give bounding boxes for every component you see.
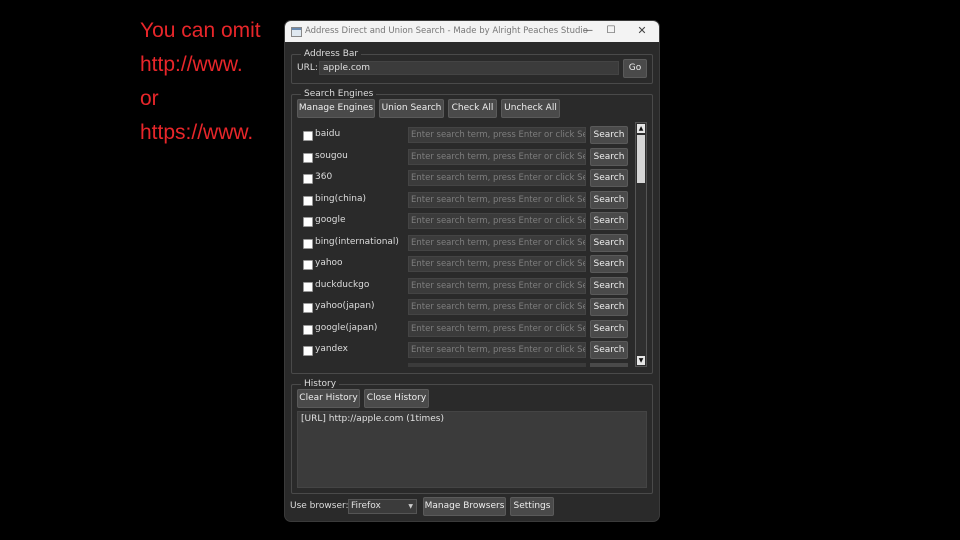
engine-name: baidu [315, 129, 341, 139]
engine-search-button[interactable]: Search [590, 298, 628, 316]
browser-select-value: Firefox [351, 501, 381, 511]
engine-row-bing-china: bing(china) Enter search term, press Ent… [296, 190, 636, 211]
engine-search-button[interactable]: Search [590, 212, 628, 230]
caption-line: https://www. [140, 121, 254, 144]
engine-search-input[interactable]: Enter search term, press Enter or click … [408, 277, 586, 294]
scroll-thumb[interactable] [637, 135, 645, 183]
engine-search-input[interactable]: Enter search term, press Enter or click … [408, 299, 586, 315]
union-search-button[interactable]: Union Search [379, 99, 444, 118]
manage-browsers-button[interactable]: Manage Browsers [423, 497, 506, 516]
engine-name: bing(china) [315, 193, 367, 204]
engine-search-button[interactable]: Search [590, 126, 628, 144]
engine-name: duckduckgo [315, 279, 370, 290]
engine-list-scrollbar[interactable]: ▲ ▼ [635, 122, 647, 367]
caption-line: http://www. [140, 53, 243, 76]
title-bar[interactable]: Address Direct and Union Search - Made b… [285, 21, 659, 42]
engine-search-button[interactable]: Search [590, 319, 628, 338]
engine-checkbox[interactable] [303, 324, 313, 335]
app-window: Address Direct and Union Search - Made b… [285, 21, 659, 521]
group-title: Address Bar [301, 48, 362, 60]
use-browser-label: Use browser: [290, 501, 349, 511]
engine-name: yandex [315, 344, 348, 354]
caption-line: or [140, 87, 159, 110]
app-window-icon [291, 27, 302, 37]
window-title: Address Direct and Union Search - Made b… [305, 26, 588, 36]
engine-search-input[interactable]: Enter search term, press Enter or click … [408, 234, 586, 251]
engine-row-yandex: yandex Enter search term, press Enter or… [296, 340, 636, 361]
close-button[interactable]: ✕ [629, 23, 655, 39]
manage-engines-button[interactable]: Manage Engines [297, 99, 375, 118]
settings-button[interactable]: Settings [510, 497, 554, 516]
engine-search-input[interactable]: Enter search term, press Enter or click … [408, 148, 586, 165]
history-list[interactable]: [URL] http://apple.com (1times) [297, 411, 647, 488]
engine-name: google [315, 215, 346, 225]
engine-search-input[interactable]: Enter search term, press Enter or click … [408, 127, 586, 143]
engine-checkbox[interactable] [303, 238, 313, 249]
engine-search-button[interactable]: Search [590, 341, 628, 359]
engine-row-bing-international: bing(international) Enter search term, p… [296, 233, 636, 254]
engine-row-360: 360 Enter search term, press Enter or cl… [296, 168, 636, 189]
engine-checkbox[interactable] [303, 260, 313, 270]
engine-search-button[interactable]: Search [590, 190, 628, 209]
engine-checkbox[interactable] [303, 131, 313, 141]
engine-name: google(japan) [315, 322, 378, 333]
engine-search-input[interactable]: Enter search term, press Enter or click … [408, 256, 586, 272]
engine-checkbox[interactable] [303, 281, 313, 292]
engine-search-button[interactable]: Search [590, 255, 628, 273]
engine-checkbox[interactable] [303, 346, 313, 356]
chevron-down-icon: ▼ [408, 503, 413, 510]
engine-search-button[interactable]: Search [590, 147, 628, 166]
url-label: URL: [297, 63, 318, 73]
engine-checkbox[interactable] [303, 217, 313, 227]
engine-row-yahoo: yahoo Enter search term, press Enter or … [296, 254, 636, 275]
engine-checkbox[interactable] [303, 174, 313, 184]
engine-list: baidu Enter search term, press Enter or … [296, 125, 636, 367]
engine-search-button[interactable]: Search [590, 276, 628, 295]
url-input[interactable]: apple.com [319, 61, 619, 75]
history-entry[interactable]: [URL] http://apple.com (1times) [301, 414, 643, 424]
scroll-up-icon[interactable]: ▲ [637, 124, 645, 133]
engine-checkbox[interactable] [303, 303, 313, 313]
engine-checkbox[interactable] [303, 152, 313, 163]
scroll-down-icon[interactable]: ▼ [637, 356, 645, 365]
clear-history-button[interactable]: Clear History [297, 389, 360, 408]
engine-list-partial-row [590, 363, 628, 367]
engine-row-sougou: sougou Enter search term, press Enter or… [296, 147, 636, 168]
check-all-button[interactable]: Check All [448, 99, 497, 118]
engine-name: sougou [315, 150, 348, 161]
engine-search-input[interactable]: Enter search term, press Enter or click … [408, 170, 586, 186]
engine-name: bing(international) [315, 236, 399, 247]
engine-search-button[interactable]: Search [590, 169, 628, 187]
engine-name: yahoo(japan) [315, 301, 375, 311]
caption-overlay: You can omit http://www. or https://www. [140, 16, 280, 152]
go-button[interactable]: Go [623, 59, 647, 78]
engine-search-input[interactable]: Enter search term, press Enter or click … [408, 320, 586, 337]
engine-list-partial-row [408, 363, 586, 367]
engine-checkbox[interactable] [303, 195, 313, 206]
engine-search-button[interactable]: Search [590, 233, 628, 252]
engine-row-google: google Enter search term, press Enter or… [296, 211, 636, 232]
engine-row-yahoo-japan: yahoo(japan) Enter search term, press En… [296, 297, 636, 318]
caption-line: You can omit [140, 19, 261, 42]
engine-search-input[interactable]: Enter search term, press Enter or click … [408, 191, 586, 208]
maximize-button[interactable]: ☐ [598, 23, 624, 39]
engine-search-input[interactable]: Enter search term, press Enter or click … [408, 213, 586, 229]
engine-name: 360 [315, 172, 333, 182]
engine-row-baidu: baidu Enter search term, press Enter or … [296, 125, 636, 146]
engine-row-google-japan: google(japan) Enter search term, press E… [296, 319, 636, 340]
close-history-button[interactable]: Close History [364, 389, 429, 408]
browser-select[interactable]: Firefox ▼ [348, 499, 417, 514]
uncheck-all-button[interactable]: Uncheck All [501, 99, 560, 118]
engine-search-input[interactable]: Enter search term, press Enter or click … [408, 342, 586, 358]
engine-name: yahoo [315, 258, 343, 268]
engine-row-duckduckgo: duckduckgo Enter search term, press Ente… [296, 276, 636, 297]
